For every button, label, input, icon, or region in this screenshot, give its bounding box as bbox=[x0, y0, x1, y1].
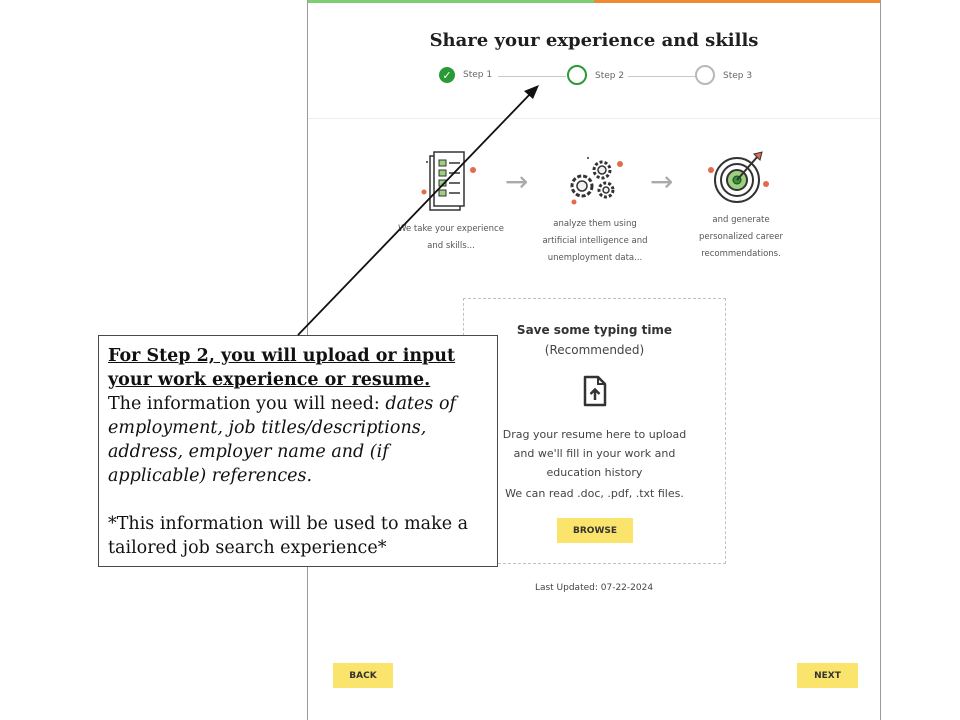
dropzone-title: Save some typing time bbox=[516, 323, 673, 337]
caption-line: artificial intelligence and bbox=[542, 236, 648, 246]
last-updated: Last Updated: 07-22-2024 bbox=[534, 583, 654, 593]
file-upload-icon bbox=[583, 375, 607, 407]
caption-line: personalized career bbox=[699, 232, 783, 242]
instruction-line: and we'll fill in your work and bbox=[513, 447, 676, 460]
dropzone-instructions: Drag your resume here to upload and we'l… bbox=[464, 425, 725, 482]
arrow-right-icon: → bbox=[650, 165, 674, 198]
active-step-circle-icon bbox=[567, 65, 587, 85]
page-title: Share your experience and skills bbox=[429, 30, 759, 51]
progress-bar bbox=[308, 0, 880, 3]
supported-formats: We can read .doc, .pdf, .txt files. bbox=[505, 487, 684, 500]
back-button[interactable]: BACK bbox=[333, 663, 393, 688]
step-1[interactable]: ✓ Step 1 bbox=[439, 67, 492, 83]
caption-line: We take your experience bbox=[398, 224, 504, 234]
checklist-document-icon bbox=[421, 151, 476, 211]
step-connector bbox=[628, 76, 696, 77]
caption-line: recommendations. bbox=[701, 249, 781, 259]
illustration-3-caption: and generate personalized career recomme… bbox=[678, 212, 804, 263]
illustration-1-caption: We take your experience and skills... bbox=[391, 221, 511, 255]
callout-spacer bbox=[108, 488, 488, 512]
caption-line: and skills... bbox=[427, 241, 475, 251]
illustration-2-caption: analyze them using artificial intelligen… bbox=[530, 216, 660, 267]
step-connector bbox=[498, 76, 566, 77]
step-3[interactable]: Step 3 bbox=[695, 65, 753, 85]
target-icon bbox=[708, 151, 769, 203]
pending-step-circle-icon bbox=[695, 65, 715, 85]
gears-icon bbox=[570, 157, 623, 205]
check-icon: ✓ bbox=[439, 67, 455, 83]
instruction-line: Drag your resume here to upload bbox=[502, 428, 687, 441]
step-2[interactable]: Step 2 bbox=[567, 65, 625, 85]
caption-line: and generate bbox=[712, 215, 770, 225]
arrow-right-icon: → bbox=[505, 165, 529, 198]
next-button[interactable]: NEXT bbox=[797, 663, 858, 688]
step-indicator: ✓ Step 1 Step 2 Step 3 bbox=[308, 64, 880, 90]
caption-line: unemployment data... bbox=[547, 253, 643, 263]
caption-line: analyze them using bbox=[553, 219, 637, 229]
step-3-label: Step 3 bbox=[723, 71, 753, 81]
browse-button[interactable]: BROWSE bbox=[557, 518, 633, 543]
resume-dropzone[interactable]: Save some typing time (Recommended) Drag… bbox=[463, 298, 726, 564]
step-1-label: Step 1 bbox=[463, 70, 493, 80]
callout-info-prefix: The information you will need: bbox=[108, 394, 386, 414]
instruction-line: education history bbox=[546, 466, 643, 479]
step-2-label: Step 2 bbox=[595, 71, 625, 81]
divider bbox=[308, 118, 880, 119]
instruction-callout: For Step 2, you will upload or input you… bbox=[98, 335, 498, 567]
dropzone-subtitle: (Recommended) bbox=[544, 343, 645, 357]
callout-note: *This information will be used to make a… bbox=[108, 514, 469, 558]
callout-heading-line: your work experience or resume. bbox=[108, 370, 431, 390]
callout-heading-line: For Step 2, you will upload or input bbox=[108, 346, 456, 366]
callout-info: The information you will need: dates of … bbox=[108, 392, 488, 488]
